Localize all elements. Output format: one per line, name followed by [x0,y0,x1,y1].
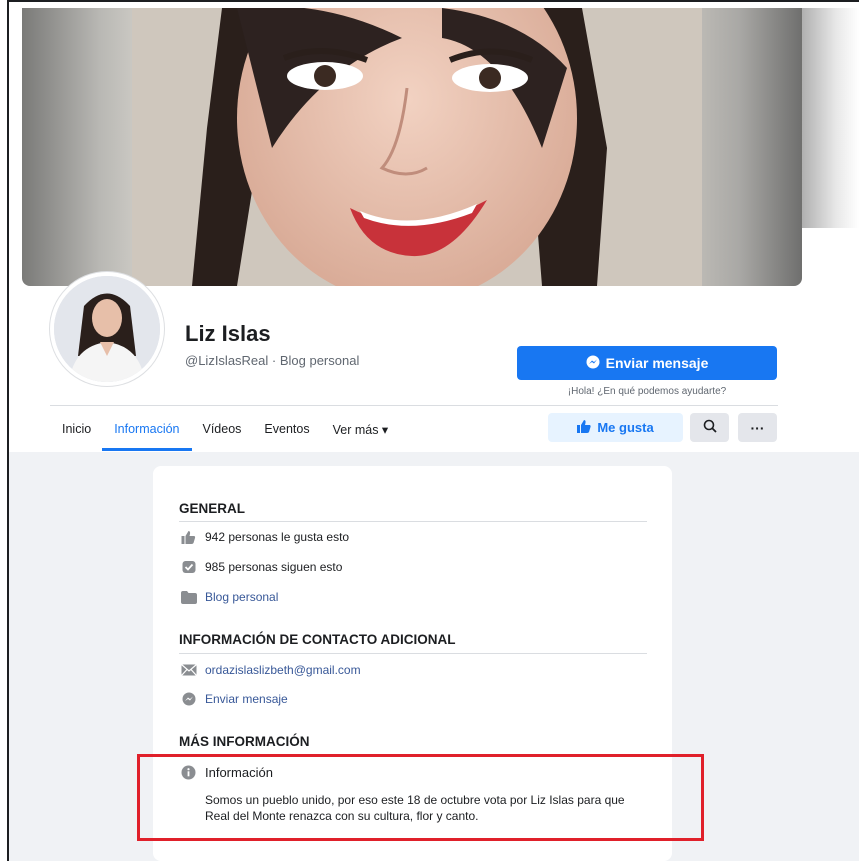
cover-portrait [132,8,702,286]
like-label: Me gusta [597,420,654,435]
follow-check-icon [180,560,197,574]
likes-count: 942 personas le gusta esto [205,530,350,544]
message-row: Enviar mensaje [180,692,288,706]
likes-row: 942 personas le gusta esto [180,530,349,544]
like-button[interactable]: Me gusta [548,413,683,442]
cover-photo[interactable] [22,8,802,286]
page-handle: @LizIslasReal · Blog personal [185,353,360,368]
category-row: Blog personal [180,590,278,604]
thumbs-up-icon [180,530,197,544]
envelope-icon [180,663,197,677]
messenger-icon [586,355,600,372]
tab-informacion[interactable]: Información [102,412,192,451]
email-row: ordazislaslizbeth@gmail.com [180,663,361,677]
search-button[interactable] [690,413,729,442]
more-options-icon: ··· [750,419,765,436]
tab-ver-mas[interactable]: Ver más ▾ [333,412,389,450]
page-title: Liz Islas [185,321,271,346]
send-message-label: Enviar mensaje [605,355,709,371]
more-options-button[interactable]: ··· [738,413,777,442]
followers-count: 985 personas siguen esto [205,560,343,574]
section-contact-title: INFORMACIÓN DE CONTACTO ADICIONAL [179,632,456,647]
section-divider [179,653,647,654]
tab-inicio[interactable]: Inicio [62,412,91,450]
thumbs-up-icon [577,419,591,436]
section-more-info-title: MÁS INFORMACIÓN [179,734,310,749]
folder-icon [180,590,197,604]
cover-edge-fade [802,8,859,228]
tab-eventos[interactable]: Eventos [264,412,309,450]
section-general-title: GENERAL [179,501,246,516]
tab-bar: Inicio Información Vídeos Eventos Ver má… [62,412,411,451]
send-message-link[interactable]: Enviar mensaje [205,692,288,706]
tab-videos[interactable]: Vídeos [203,412,242,450]
email-link[interactable]: ordazislaslizbeth@gmail.com [205,663,361,677]
messenger-icon [180,692,197,706]
followers-row: 985 personas siguen esto [180,560,342,574]
help-text: ¡Hola! ¿En qué podemos ayudarte? [567,386,727,397]
category-link[interactable]: Blog personal [205,590,278,604]
search-icon [703,419,717,436]
nav-divider [50,405,778,406]
avatar[interactable] [50,272,164,386]
send-message-button[interactable]: Enviar mensaje [517,346,777,380]
highlight-box [137,754,704,841]
section-divider [179,521,647,522]
